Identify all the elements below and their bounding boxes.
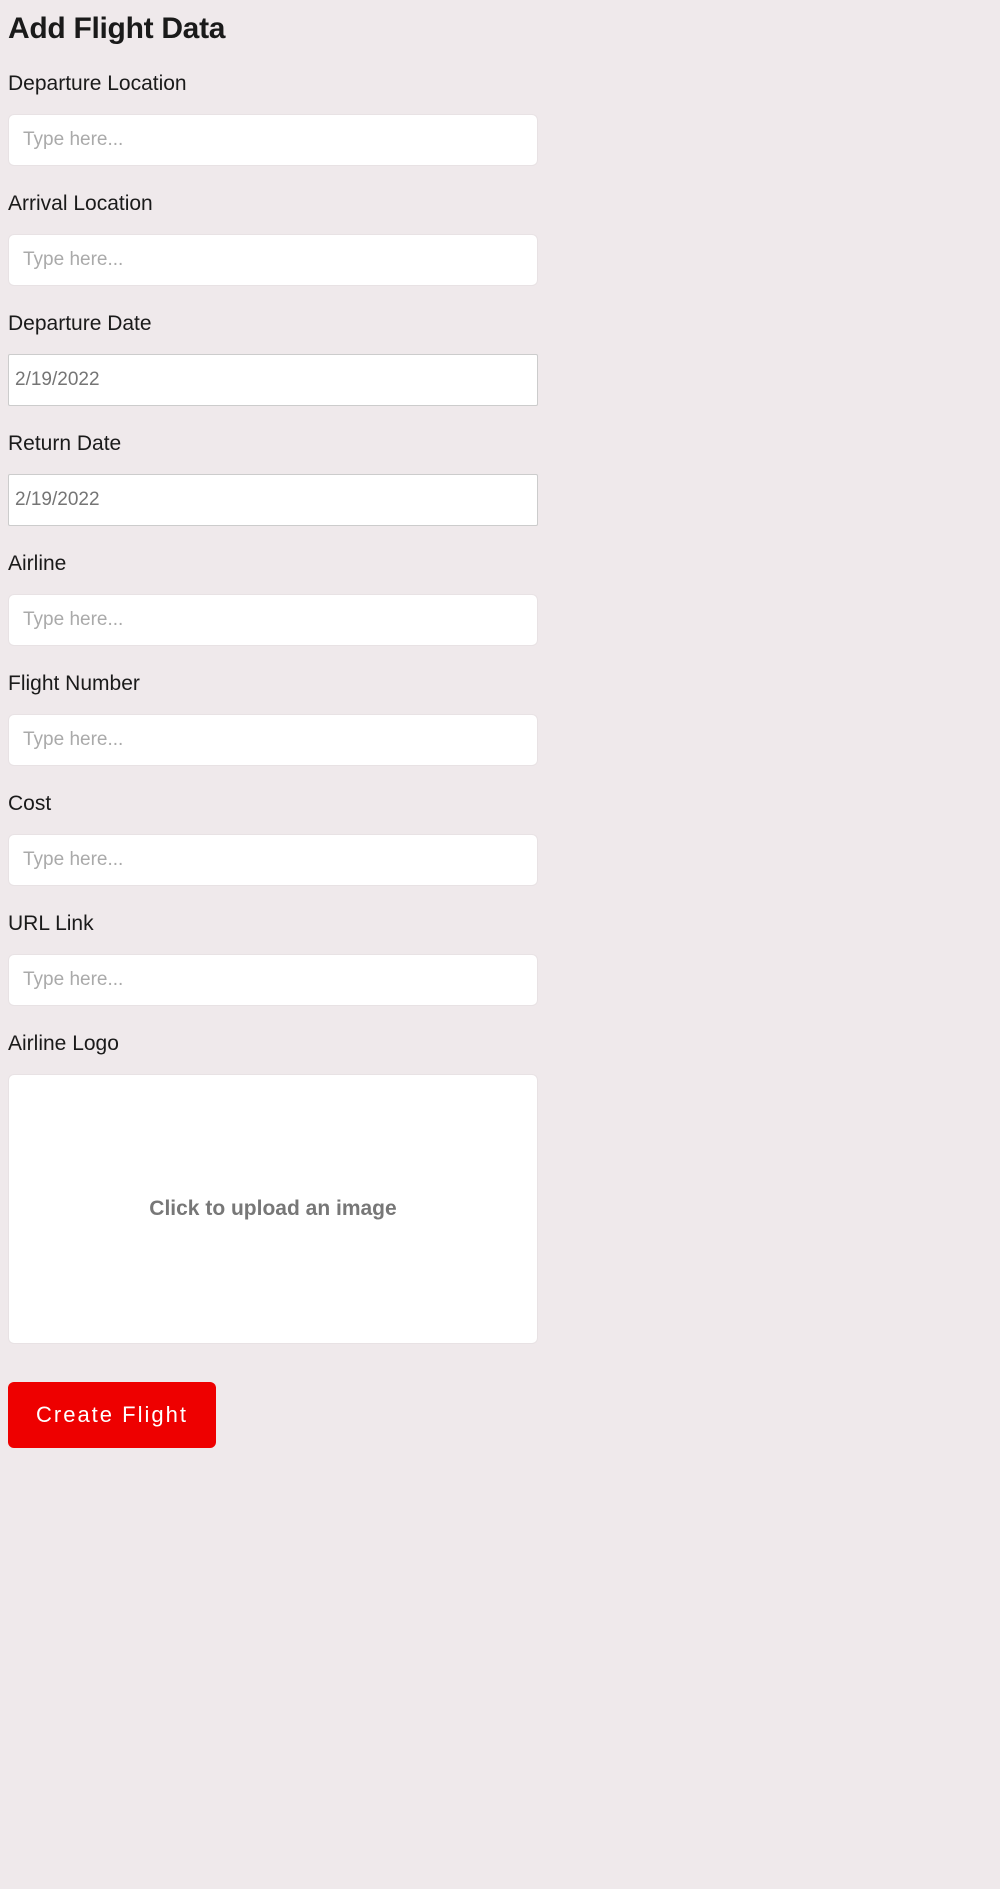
page-title: Add Flight Data <box>8 12 992 46</box>
cost-input[interactable] <box>8 834 538 886</box>
arrival-location-group: Arrival Location <box>8 192 992 286</box>
url-link-group: URL Link <box>8 912 992 1006</box>
cost-group: Cost <box>8 792 992 886</box>
departure-date-label: Departure Date <box>8 312 992 336</box>
departure-date-input[interactable] <box>8 354 538 406</box>
arrival-location-input[interactable] <box>8 234 538 286</box>
return-date-label: Return Date <box>8 432 992 456</box>
airline-group: Airline <box>8 552 992 646</box>
upload-text: Click to upload an image <box>149 1197 396 1221</box>
flight-number-group: Flight Number <box>8 672 992 766</box>
return-date-group: Return Date <box>8 432 992 526</box>
cost-label: Cost <box>8 792 992 816</box>
airline-label: Airline <box>8 552 992 576</box>
flight-number-label: Flight Number <box>8 672 992 696</box>
url-link-label: URL Link <box>8 912 992 936</box>
departure-date-group: Departure Date <box>8 312 992 406</box>
airline-input[interactable] <box>8 594 538 646</box>
arrival-location-label: Arrival Location <box>8 192 992 216</box>
create-flight-button[interactable]: Create Flight <box>8 1382 216 1448</box>
departure-location-input[interactable] <box>8 114 538 166</box>
flight-number-input[interactable] <box>8 714 538 766</box>
airline-logo-group: Airline Logo Click to upload an image <box>8 1032 992 1344</box>
departure-location-group: Departure Location <box>8 72 992 166</box>
return-date-input[interactable] <box>8 474 538 526</box>
airline-logo-upload[interactable]: Click to upload an image <box>8 1074 538 1344</box>
url-link-input[interactable] <box>8 954 538 1006</box>
airline-logo-label: Airline Logo <box>8 1032 992 1056</box>
departure-location-label: Departure Location <box>8 72 992 96</box>
